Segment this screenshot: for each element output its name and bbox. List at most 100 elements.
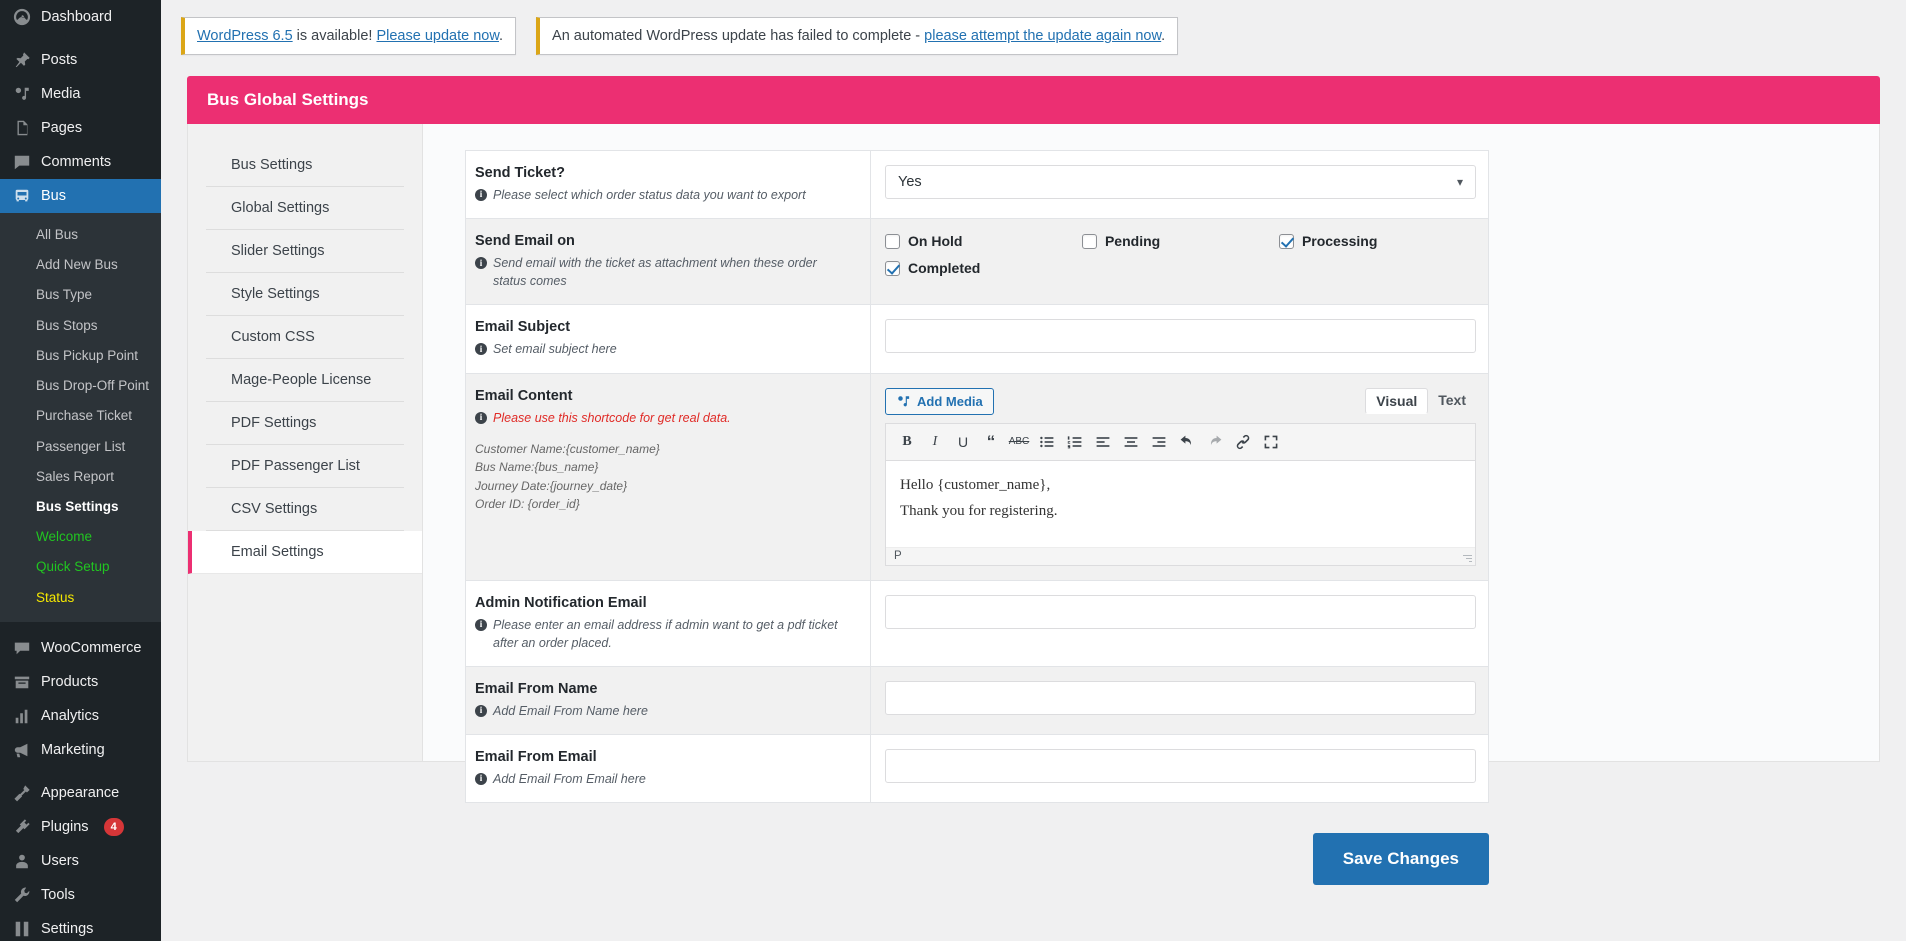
editor-toolbar: B I U “ ABC xyxy=(886,423,1475,461)
blockquote-icon[interactable]: “ xyxy=(978,430,1004,454)
sidebar-label: Bus xyxy=(41,187,66,204)
sidebar-label: Products xyxy=(41,673,99,690)
submenu-item-passenger-list[interactable]: Passenger List xyxy=(0,432,161,462)
sidebar-item-posts[interactable]: Posts xyxy=(0,43,161,77)
sidebar-item-appearance[interactable]: Appearance xyxy=(0,776,161,810)
sidebar-item-bus[interactable]: Bus xyxy=(0,179,161,213)
update-now-link[interactable]: Please update now xyxy=(376,28,499,44)
description-text: Please enter an email address if admin w… xyxy=(493,617,838,650)
resize-handle-icon[interactable] xyxy=(1462,553,1472,563)
align-center-icon[interactable] xyxy=(1118,430,1144,454)
row-field-cell: Yes ▾ xyxy=(871,151,1488,218)
sidebar-item-marketing[interactable]: Marketing xyxy=(0,733,161,767)
sidebar-label: Marketing xyxy=(41,741,105,758)
editor-mode-tabs: Visual Text xyxy=(1365,388,1476,414)
tab-pdf-passenger-list[interactable]: PDF Passenger List xyxy=(206,445,404,488)
tab-csv-settings[interactable]: CSV Settings xyxy=(206,488,404,531)
submenu-item-purchase-ticket[interactable]: Purchase Ticket xyxy=(0,401,161,431)
submenu-item-status[interactable]: Status xyxy=(0,583,161,613)
checkbox-processing[interactable]: Processing xyxy=(1278,233,1476,249)
underline-icon[interactable]: U xyxy=(950,430,976,454)
checkbox-on-hold[interactable]: On Hold xyxy=(885,233,1082,249)
menu-separator xyxy=(0,34,161,43)
redo-icon[interactable] xyxy=(1202,430,1228,454)
checkbox-box[interactable] xyxy=(1278,233,1294,249)
row-send-email-on: Send Email on i Send email with the tick… xyxy=(466,219,1488,306)
settings-panel: Bus Global Settings Bus Settings Global … xyxy=(187,76,1880,885)
plugins-icon xyxy=(12,817,32,837)
tab-text[interactable]: Text xyxy=(1428,388,1476,414)
media-icon xyxy=(898,395,910,406)
pages-icon xyxy=(12,118,32,138)
add-media-label: Add Media xyxy=(917,393,983,409)
comments-icon xyxy=(12,152,32,172)
sidebar-item-pages[interactable]: Pages xyxy=(0,111,161,145)
checkbox-box[interactable] xyxy=(885,260,900,276)
send-ticket-select[interactable]: Yes ▾ xyxy=(885,165,1476,199)
tab-slider-settings[interactable]: Slider Settings xyxy=(206,230,404,273)
fullscreen-icon[interactable] xyxy=(1258,430,1284,454)
sidebar-item-woocommerce[interactable]: WooCommerce xyxy=(0,631,161,665)
checkbox-completed[interactable]: Completed xyxy=(885,260,1082,276)
link-icon[interactable] xyxy=(1230,430,1256,454)
sidebar-item-users[interactable]: Users xyxy=(0,844,161,878)
submenu-item-bus-drop-off-point[interactable]: Bus Drop-Off Point xyxy=(0,371,161,401)
tab-style-settings[interactable]: Style Settings xyxy=(206,273,404,316)
bulleted-list-icon[interactable] xyxy=(1034,430,1060,454)
tab-bus-settings[interactable]: Bus Settings xyxy=(206,144,404,187)
sidebar-item-tools[interactable]: Tools xyxy=(0,878,161,912)
sidebar-item-media[interactable]: Media xyxy=(0,77,161,111)
main-content: WordPress 6.5 is available! Please updat… xyxy=(161,0,1906,941)
add-media-button[interactable]: Add Media xyxy=(885,387,994,415)
sidebar-item-analytics[interactable]: Analytics xyxy=(0,699,161,733)
email-from-name-input[interactable] xyxy=(885,680,1476,715)
save-changes-button[interactable]: Save Changes xyxy=(1312,833,1489,885)
tab-pdf-settings[interactable]: PDF Settings xyxy=(206,402,404,445)
bold-icon[interactable]: B xyxy=(894,430,920,454)
submenu-item-quick-setup[interactable]: Quick Setup xyxy=(0,552,161,582)
tab-mage-people-license[interactable]: Mage-People License xyxy=(206,359,404,402)
wordpress-version-link[interactable]: WordPress 6.5 xyxy=(197,28,293,44)
align-left-icon[interactable] xyxy=(1090,430,1116,454)
info-icon: i xyxy=(475,772,487,785)
tab-global-settings[interactable]: Global Settings xyxy=(206,187,404,230)
sidebar-item-products[interactable]: Products xyxy=(0,665,161,699)
tab-visual[interactable]: Visual xyxy=(1365,388,1429,414)
sidebar-label: Media xyxy=(41,85,81,102)
submenu-item-welcome[interactable]: Welcome xyxy=(0,522,161,552)
submenu-item-bus-pickup-point[interactable]: Bus Pickup Point xyxy=(0,341,161,371)
checkbox-box[interactable] xyxy=(1081,233,1097,249)
submenu-item-bus-stops[interactable]: Bus Stops xyxy=(0,311,161,341)
email-from-email-input[interactable] xyxy=(885,748,1476,783)
undo-icon[interactable] xyxy=(1174,430,1200,454)
strikethrough-icon[interactable]: ABC xyxy=(1006,430,1032,454)
admin-notification-email-input[interactable] xyxy=(885,594,1476,629)
submenu-item-all-bus[interactable]: All Bus xyxy=(0,220,161,250)
tab-email-settings[interactable]: Email Settings xyxy=(188,531,422,574)
align-right-icon[interactable] xyxy=(1146,430,1172,454)
notice-text: is available! xyxy=(292,28,377,44)
sidebar-item-settings[interactable]: Settings xyxy=(0,912,161,941)
italic-icon[interactable]: I xyxy=(922,430,948,454)
row-send-ticket: Send Ticket? i Please select which order… xyxy=(466,151,1488,220)
description-text: Send email with the ticket as attachment… xyxy=(493,256,817,289)
sidebar-item-dashboard[interactable]: Dashboard xyxy=(0,0,161,34)
tab-custom-css[interactable]: Custom CSS xyxy=(206,316,404,359)
submenu-item-sales-report[interactable]: Sales Report xyxy=(0,462,161,492)
submenu-item-bus-type[interactable]: Bus Type xyxy=(0,280,161,310)
editor-content-area[interactable]: Hello {customer_name}, Thank you for reg… xyxy=(886,460,1475,547)
submenu-item-add-new-bus[interactable]: Add New Bus xyxy=(0,250,161,280)
email-subject-input[interactable] xyxy=(885,319,1476,354)
description-text: Add Email From Name here xyxy=(493,703,648,718)
submenu-item-bus-settings[interactable]: Bus Settings xyxy=(0,492,161,522)
checkbox-pending[interactable]: Pending xyxy=(1081,233,1279,250)
field-description: i Add Email From Name here xyxy=(475,702,852,720)
sidebar-item-plugins[interactable]: Plugins 4 xyxy=(0,810,161,844)
checkbox-box[interactable] xyxy=(885,233,900,249)
numbered-list-icon[interactable] xyxy=(1062,430,1088,454)
description-text: Add Email From Email here xyxy=(493,771,646,786)
attempt-update-link[interactable]: please attempt the update again now xyxy=(924,28,1161,44)
notice-text-end: . xyxy=(1161,28,1166,44)
sidebar-item-comments[interactable]: Comments xyxy=(0,145,161,179)
checkbox-label: Pending xyxy=(1104,233,1161,250)
